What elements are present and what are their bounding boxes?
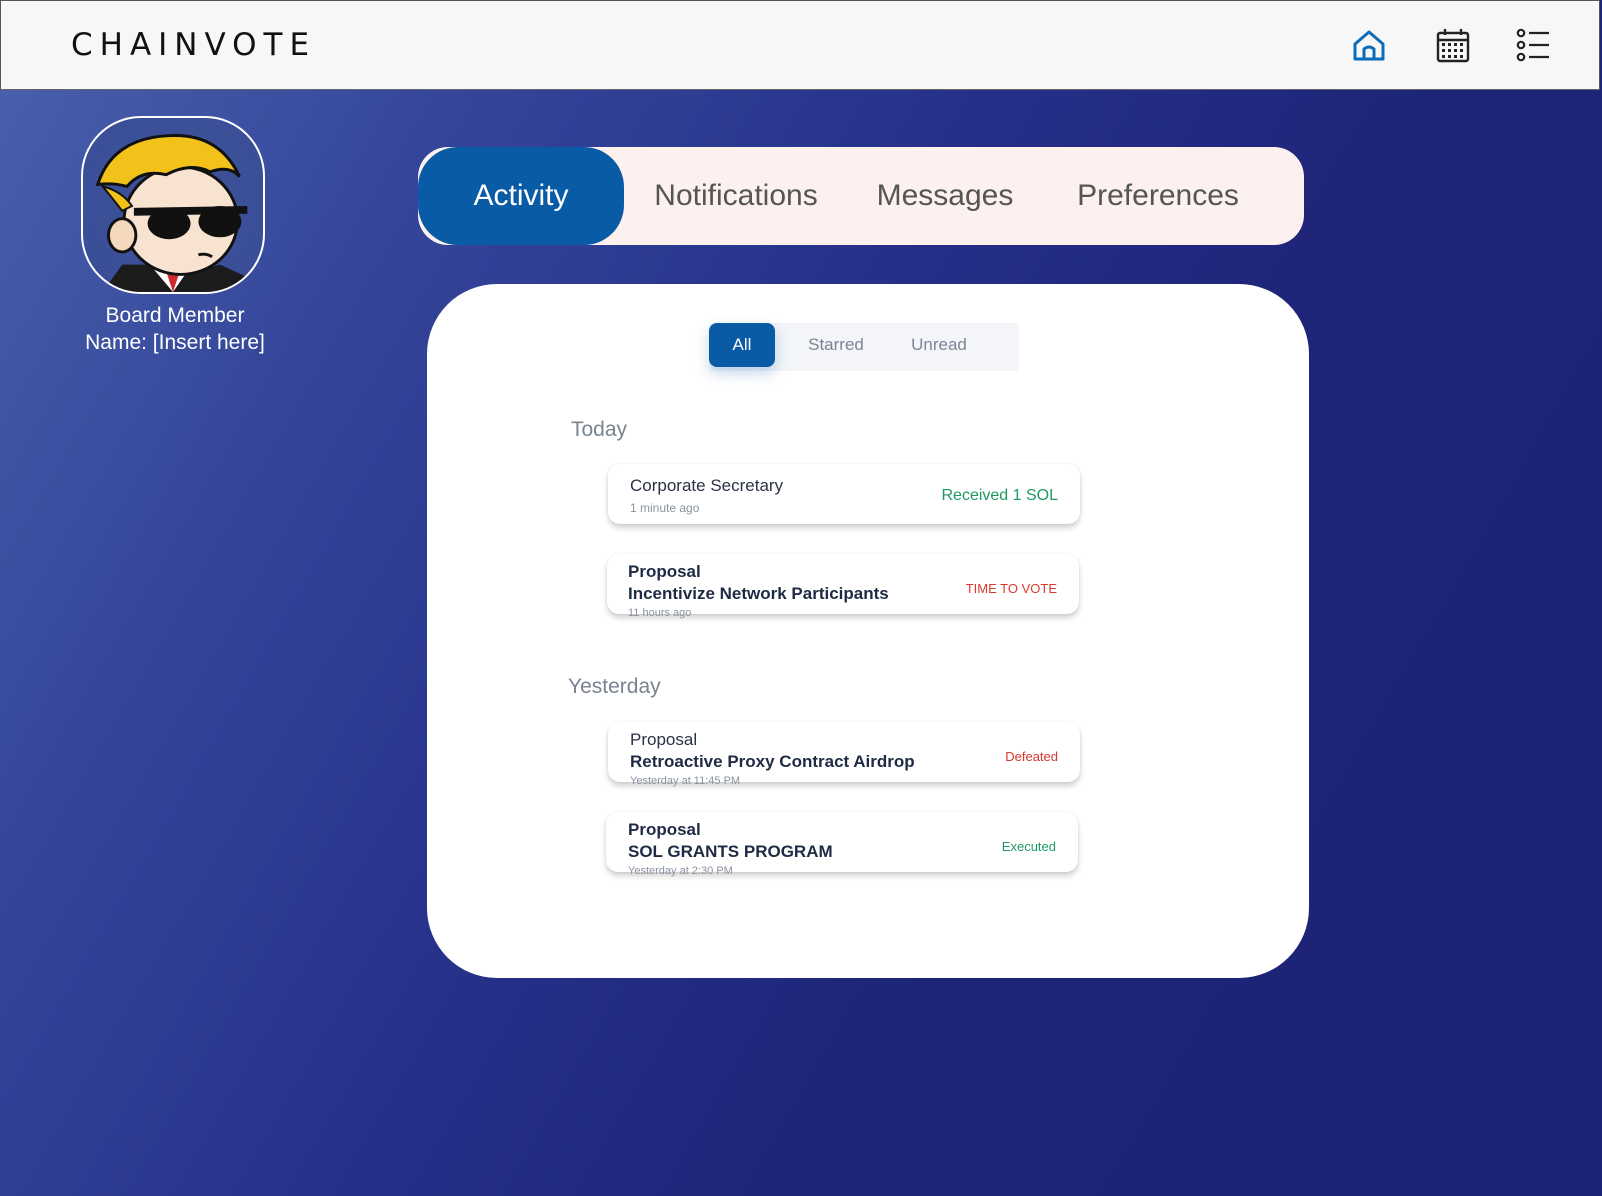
activity-item[interactable]: Proposal Retroactive Proxy Contract Aird…	[608, 722, 1080, 787]
top-bar: CHAINVOTE	[0, 0, 1600, 90]
profile-role: Board Member	[105, 304, 245, 327]
activity-item[interactable]: Proposal Incentivize Network Participant…	[607, 554, 1079, 619]
filter-all[interactable]: All	[709, 323, 775, 367]
item-time: 11 hours ago	[628, 607, 692, 619]
app-logo[interactable]: CHAINVOTE	[71, 27, 316, 63]
profile-name: Name: [Insert here]	[85, 331, 265, 354]
item-type: Proposal	[628, 820, 701, 839]
item-type: Proposal	[630, 730, 698, 749]
item-type: Proposal	[628, 562, 701, 581]
item-status: Received 1 SOL	[941, 487, 1058, 504]
tab-bar: Activity Notifications Messages Preferen…	[418, 147, 1304, 245]
activity-item[interactable]: Proposal SOL GRANTS PROGRAM Yesterday at…	[606, 812, 1078, 877]
filter-bar: All Starred Unread	[709, 323, 1019, 371]
item-time: Yesterday at 2:30 PM	[628, 865, 733, 877]
tab-messages[interactable]: Messages	[860, 147, 1030, 245]
avatar[interactable]	[81, 116, 265, 294]
section-label-today: Today	[571, 418, 628, 441]
tab-activity[interactable]: Activity	[418, 147, 624, 245]
filter-unread[interactable]: Unread	[897, 323, 981, 367]
filter-starred[interactable]: Starred	[793, 323, 879, 367]
tab-notifications[interactable]: Notifications	[640, 147, 832, 245]
activity-item[interactable]: Corporate Secretary 1 minute ago Receive…	[608, 464, 1080, 524]
item-title: SOL GRANTS PROGRAM	[628, 842, 833, 861]
item-status: TIME TO VOTE	[965, 581, 1057, 596]
list-icon[interactable]	[1513, 25, 1553, 65]
item-title: Corporate Secretary	[630, 476, 784, 495]
item-status: Defeated	[1005, 749, 1058, 764]
tab-preferences[interactable]: Preferences	[1058, 147, 1258, 245]
item-title: Incentivize Network Participants	[628, 584, 889, 603]
calendar-icon[interactable]	[1433, 25, 1473, 65]
item-status: Executed	[1001, 839, 1056, 854]
item-title: Retroactive Proxy Contract Airdrop	[630, 752, 915, 771]
item-time: Yesterday at 11:45 PM	[630, 775, 741, 787]
profile-info: Board Member Name: [Insert here]	[60, 302, 290, 356]
item-time: 1 minute ago	[630, 501, 700, 515]
home-icon[interactable]	[1349, 25, 1389, 65]
section-label-yesterday: Yesterday	[568, 675, 661, 698]
activity-panel: All Starred Unread Today Corporate Secre…	[427, 284, 1309, 978]
